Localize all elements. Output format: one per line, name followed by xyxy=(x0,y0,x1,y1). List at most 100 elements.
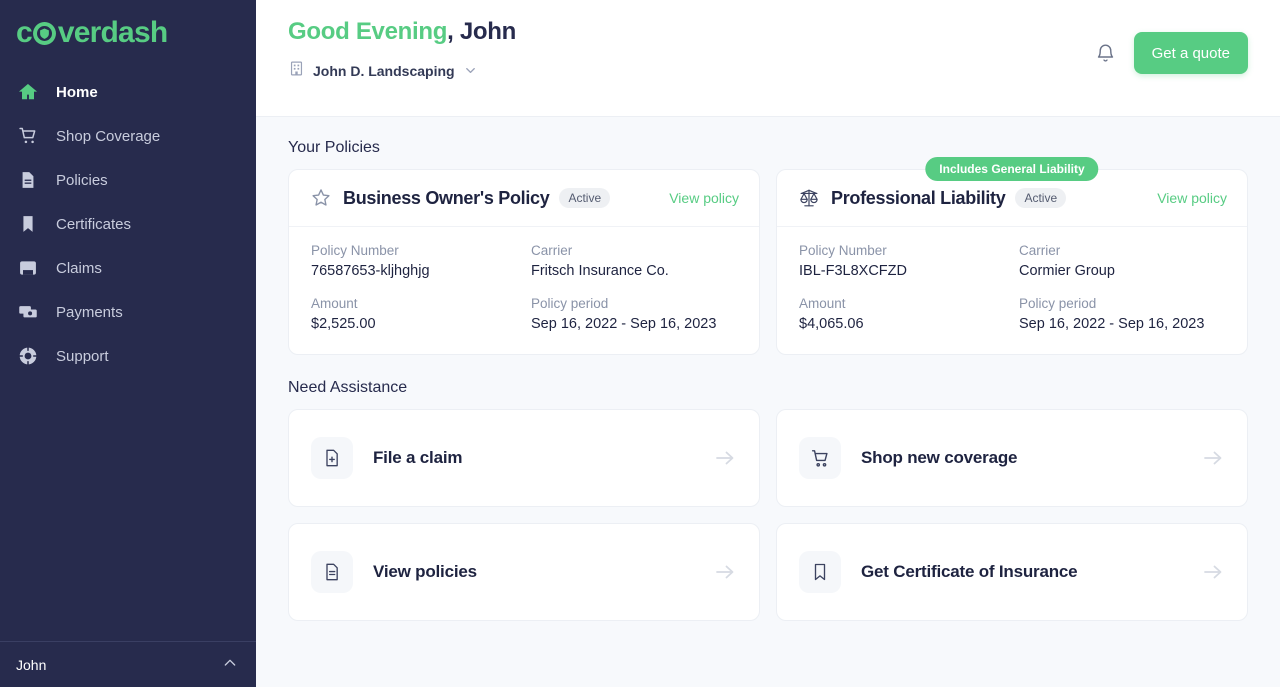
field-label: Policy period xyxy=(531,296,737,311)
field-value: $4,065.06 xyxy=(799,316,1019,332)
policy-number-field: Policy Number 76587653-kljhghjg xyxy=(311,243,531,279)
policies-section-title: Your Policies xyxy=(288,139,1248,157)
building-icon xyxy=(288,60,305,82)
sidebar-item-claims[interactable]: Claims xyxy=(0,246,256,290)
home-icon xyxy=(16,80,40,104)
field-label: Amount xyxy=(311,296,531,311)
get-a-quote-button[interactable]: Get a quote xyxy=(1134,32,1248,74)
policies-grid: Business Owner's Policy Active View poli… xyxy=(288,169,1248,355)
policy-card-body: Policy Number IBL-F3L8XCFZD Carrier Corm… xyxy=(777,227,1247,354)
field-value: IBL-F3L8XCFZD xyxy=(799,263,1019,279)
scales-icon xyxy=(797,186,821,210)
logo[interactable]: c verdash xyxy=(0,0,256,62)
bell-icon[interactable] xyxy=(1092,39,1120,67)
carrier-field: Carrier Cormier Group xyxy=(1019,243,1225,279)
chevron-up-icon[interactable] xyxy=(222,655,238,674)
field-label: Carrier xyxy=(1019,243,1225,258)
cart-icon xyxy=(16,124,40,148)
assistance-section-title: Need Assistance xyxy=(288,379,1248,397)
policy-number-field: Policy Number IBL-F3L8XCFZD xyxy=(799,243,1019,279)
policy-card-body: Policy Number 76587653-kljhghjg Carrier … xyxy=(289,227,759,354)
policy-card[interactable]: Business Owner's Policy Active View poli… xyxy=(288,169,760,355)
sidebar-nav: Home Shop Coverage Policies xyxy=(0,70,256,378)
page-title: Good Evening, John xyxy=(288,18,516,47)
greeting-rest: , John xyxy=(447,18,516,45)
view-policy-link[interactable]: View policy xyxy=(1157,190,1227,206)
carrier-field: Carrier Fritsch Insurance Co. xyxy=(531,243,737,279)
field-value: 76587653-kljhghjg xyxy=(311,263,531,279)
sidebar: c verdash Home xyxy=(0,0,256,687)
top-bar: Good Evening, John John D. Landscaping xyxy=(256,0,1280,117)
sidebar-item-label: Home xyxy=(56,85,98,100)
header-right: Get a quote xyxy=(1092,18,1248,74)
assist-card-get-certificate-of-insurance[interactable]: Get Certificate of Insurance xyxy=(776,523,1248,621)
assistance-grid: File a claim Shop new coverage xyxy=(288,409,1248,621)
arrow-right-icon xyxy=(713,560,737,584)
field-value: Sep 16, 2022 - Sep 16, 2023 xyxy=(1019,316,1225,332)
amount-field: Amount $2,525.00 xyxy=(311,296,531,332)
assist-label: File a claim xyxy=(373,448,462,468)
document-icon xyxy=(311,551,353,593)
sidebar-item-payments[interactable]: Payments xyxy=(0,290,256,334)
cart-icon xyxy=(799,437,841,479)
policy-card-header: Business Owner's Policy Active View poli… xyxy=(289,170,759,227)
sidebar-item-certificates[interactable]: Certificates xyxy=(0,202,256,246)
header-left: Good Evening, John John D. Landscaping xyxy=(288,18,516,82)
policy-period-field: Policy period Sep 16, 2022 - Sep 16, 202… xyxy=(531,296,737,332)
assist-label: Shop new coverage xyxy=(861,448,1017,468)
field-label: Carrier xyxy=(531,243,737,258)
main-area: Good Evening, John John D. Landscaping xyxy=(256,0,1280,687)
shield-heart-icon xyxy=(32,20,58,46)
sidebar-user-menu[interactable]: John xyxy=(0,641,256,687)
policy-name: Professional Liability xyxy=(831,188,1005,209)
company-selector[interactable]: John D. Landscaping xyxy=(288,60,516,82)
bookmark-icon xyxy=(16,212,40,236)
sidebar-user-name: John xyxy=(16,657,46,673)
sidebar-item-label: Certificates xyxy=(56,217,131,232)
assist-card-view-policies[interactable]: View policies xyxy=(288,523,760,621)
policy-card[interactable]: Includes General Liability Professional … xyxy=(776,169,1248,355)
assistance-section: Need Assistance File a claim xyxy=(288,379,1248,621)
bookmark-icon xyxy=(799,551,841,593)
sidebar-item-shop-coverage[interactable]: Shop Coverage xyxy=(0,114,256,158)
field-label: Amount xyxy=(799,296,1019,311)
policy-period-field: Policy period Sep 16, 2022 - Sep 16, 202… xyxy=(1019,296,1225,332)
lifebuoy-icon xyxy=(16,344,40,368)
logo-text-after: verdash xyxy=(58,18,167,48)
amount-field: Amount $4,065.06 xyxy=(799,296,1019,332)
assist-card-shop-new-coverage[interactable]: Shop new coverage xyxy=(776,409,1248,507)
sidebar-item-label: Shop Coverage xyxy=(56,129,160,144)
sidebar-item-label: Claims xyxy=(56,261,102,276)
money-icon xyxy=(16,300,40,324)
field-value: $2,525.00 xyxy=(311,316,531,332)
field-label: Policy Number xyxy=(799,243,1019,258)
field-value: Cormier Group xyxy=(1019,263,1225,279)
greeting-highlight: Good Evening xyxy=(288,18,447,45)
document-icon xyxy=(16,168,40,192)
sidebar-item-label: Payments xyxy=(56,305,123,320)
assist-card-file-a-claim[interactable]: File a claim xyxy=(288,409,760,507)
assist-label: Get Certificate of Insurance xyxy=(861,562,1077,582)
status-badge: Active xyxy=(559,188,610,208)
star-icon xyxy=(309,186,333,210)
field-label: Policy period xyxy=(1019,296,1225,311)
field-value: Fritsch Insurance Co. xyxy=(531,263,737,279)
status-badge: Active xyxy=(1015,188,1066,208)
field-value: Sep 16, 2022 - Sep 16, 2023 xyxy=(531,316,737,332)
arrow-right-icon xyxy=(1201,446,1225,470)
assist-label: View policies xyxy=(373,562,477,582)
sidebar-item-support[interactable]: Support xyxy=(0,334,256,378)
policy-name: Business Owner's Policy xyxy=(343,188,549,209)
sidebar-item-home[interactable]: Home xyxy=(0,70,256,114)
monitor-icon xyxy=(16,256,40,280)
app-root: c verdash Home xyxy=(0,0,1280,687)
field-label: Policy Number xyxy=(311,243,531,258)
sidebar-item-policies[interactable]: Policies xyxy=(0,158,256,202)
arrow-right-icon xyxy=(1201,560,1225,584)
company-name: John D. Landscaping xyxy=(313,63,455,79)
file-plus-icon xyxy=(311,437,353,479)
chevron-down-icon[interactable] xyxy=(463,63,478,78)
includes-ribbon-badge: Includes General Liability xyxy=(925,157,1098,181)
view-policy-link[interactable]: View policy xyxy=(669,190,739,206)
arrow-right-icon xyxy=(713,446,737,470)
